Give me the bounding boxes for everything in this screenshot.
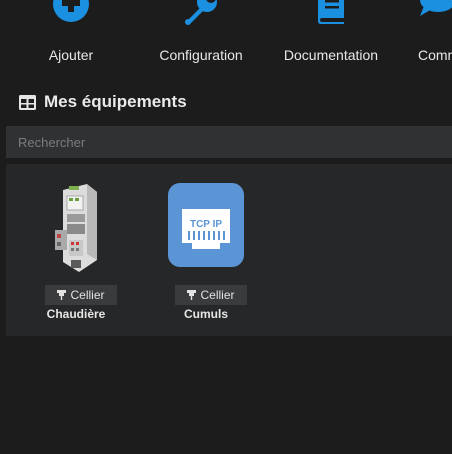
comment-icon (420, 0, 452, 16)
pin-icon (57, 290, 67, 300)
equipment-name: Cumuls (183, 307, 228, 321)
table-icon (19, 94, 36, 110)
equipment-name: Chaudière (46, 307, 106, 321)
plus-circle-icon (53, 0, 89, 22)
tcp-ip-icon: TCP IP (168, 183, 244, 267)
plc-device-icon (55, 184, 97, 272)
section-title-text: Mes équipements (44, 92, 187, 111)
room-badge: Cellier (175, 285, 247, 305)
room-label: Cellier (200, 288, 235, 302)
community-label: Comm (418, 47, 452, 63)
equipment-card-chaudiere[interactable]: Cellier Chaudière (21, 174, 131, 324)
toolbar: Ajouter Configuration Documentation Comm (0, 0, 452, 80)
add-button[interactable]: Ajouter (11, 0, 131, 80)
add-label: Ajouter (48, 47, 94, 63)
book-icon (318, 0, 344, 24)
wrench-icon (185, 0, 217, 25)
equipment-card-cumuls[interactable]: TCP IP Cellier Cumuls (151, 174, 261, 324)
pin-icon (187, 290, 197, 300)
section-title: Mes équipements (19, 90, 187, 114)
documentation-label: Documentation (283, 47, 379, 63)
search-input[interactable] (6, 126, 452, 158)
documentation-button[interactable]: Documentation (271, 0, 391, 80)
configuration-button[interactable]: Configuration (141, 0, 261, 80)
equipment-panel: Cellier Chaudière TCP IP Cellier Cumuls (6, 164, 452, 336)
tcp-ip-text: TCP IP (190, 219, 222, 230)
room-label: Cellier (70, 288, 105, 302)
community-button[interactable]: Comm (400, 0, 452, 80)
configuration-label: Configuration (159, 47, 243, 63)
room-badge: Cellier (45, 285, 117, 305)
